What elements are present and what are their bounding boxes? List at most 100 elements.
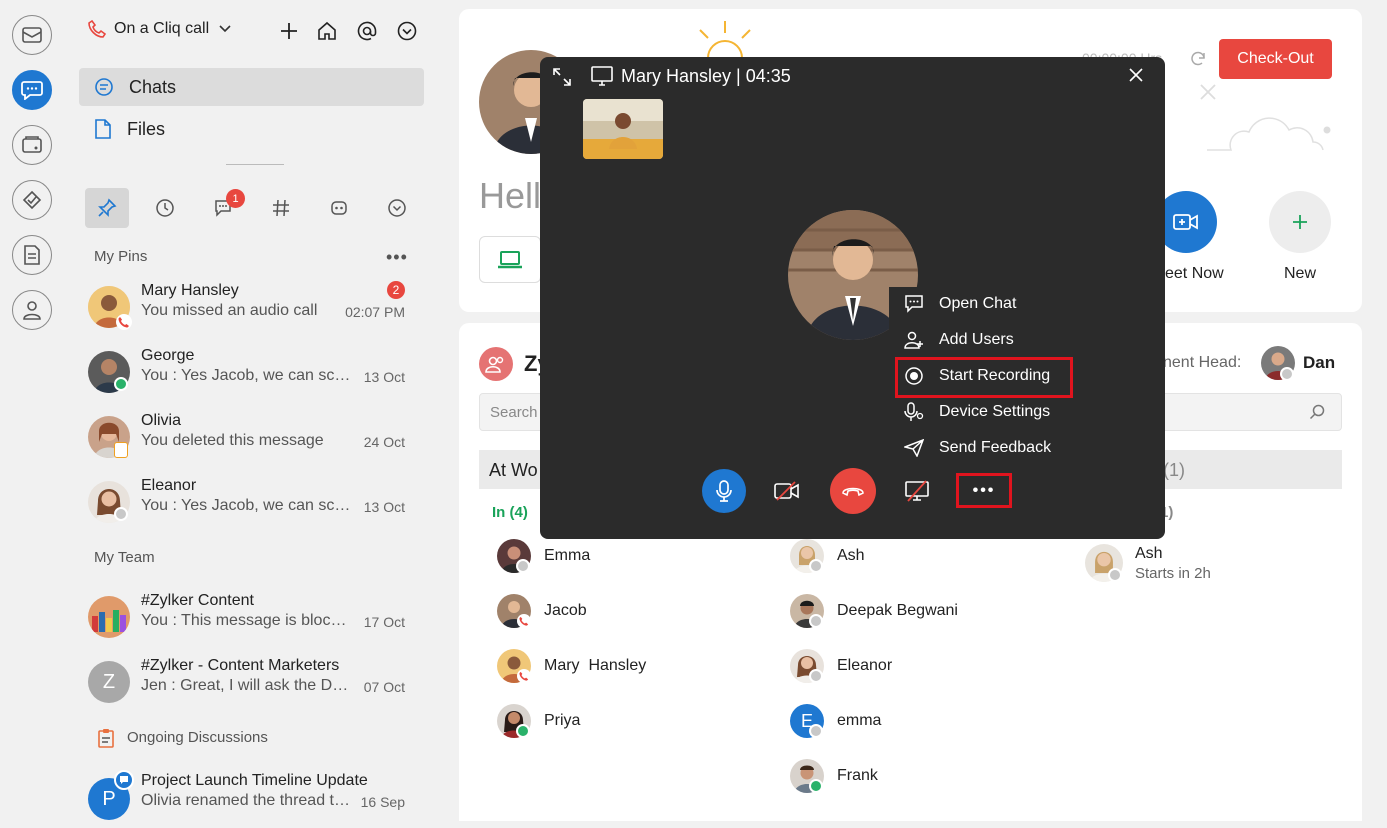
chat-time: 13 Oct: [363, 369, 405, 385]
chat-bubble-icon: [94, 77, 114, 97]
call-status-dropdown[interactable]: On a Cliq call: [88, 20, 231, 38]
tasks-icon[interactable]: [12, 180, 52, 220]
chat-name: George: [141, 347, 195, 364]
nav-files-label: Files: [127, 118, 166, 139]
search-icon: [1309, 404, 1325, 420]
chat-time: 13 Oct: [363, 499, 405, 515]
end-call-button[interactable]: [830, 468, 876, 514]
channel-avatar: [88, 596, 130, 638]
quick-actions: [278, 20, 418, 42]
check-out-button[interactable]: Check-Out: [1219, 39, 1332, 79]
unread-badge: 1: [226, 189, 245, 208]
chat-preview: Jen : Great, I will ask the Design team: [141, 677, 351, 694]
video-toggle-button[interactable]: [765, 469, 809, 513]
clipboard-icon: [97, 728, 115, 748]
avatar-initial: Z: [102, 670, 116, 693]
department-head-name: Dan: [1303, 353, 1336, 372]
tab-recent[interactable]: [143, 188, 187, 228]
offline-status: [809, 559, 823, 573]
chat-name: Eleanor: [141, 477, 197, 494]
new-button[interactable]: [1269, 191, 1331, 253]
refresh-icon[interactable]: [1189, 50, 1207, 68]
tab-more[interactable]: [375, 188, 419, 228]
chat-preview: You : This message is blocked: [141, 612, 351, 629]
online-status: [809, 779, 823, 793]
close-icon[interactable]: [1128, 67, 1144, 83]
chat-name: Mary Hansley: [141, 282, 239, 299]
mentions-icon[interactable]: [356, 20, 378, 42]
member-name: Mary Hansley: [544, 657, 647, 674]
chat-row-zylker-marketers[interactable]: Z #Zylker - Content Marketers Jen : Grea…: [88, 655, 418, 713]
tab-bots[interactable]: [317, 188, 361, 228]
pin-icon: [98, 198, 117, 217]
laptop-button[interactable]: [479, 236, 541, 283]
member-name: Frank: [837, 767, 878, 784]
away-count-label: (1): [1163, 460, 1185, 480]
member-name: emma: [837, 712, 882, 729]
cliq-chat-icon[interactable]: [12, 70, 52, 110]
add-user-icon: [903, 331, 925, 349]
menu-add-users[interactable]: Add Users: [903, 326, 1014, 354]
tab-channels[interactable]: [259, 188, 303, 228]
chat-row-project-launch[interactable]: P Project Launch Timeline Update Olivia …: [88, 770, 418, 828]
pins-title: My Pins: [94, 248, 148, 265]
monitor-icon: [591, 66, 613, 86]
home-icon[interactable]: [316, 20, 338, 42]
member-status-sub: Starts in 2h: [1135, 565, 1211, 582]
self-video-thumbnail[interactable]: [583, 99, 663, 159]
notes-icon[interactable]: [12, 235, 52, 275]
tab-unread[interactable]: 1: [201, 188, 245, 228]
microphone-icon: [716, 480, 732, 502]
mail-icon[interactable]: [12, 15, 52, 55]
menu-send-feedback[interactable]: Send Feedback: [903, 434, 1051, 462]
member-name: Eleanor: [837, 657, 893, 674]
chevron-down-icon: [219, 25, 231, 33]
tab-pinned[interactable]: [85, 188, 129, 228]
member-name: Deepak Begwani: [837, 602, 958, 619]
video-plus-icon: [1173, 214, 1198, 230]
chat-icon: [903, 295, 925, 313]
file-icon: [94, 119, 112, 139]
divider: [226, 164, 284, 165]
department-head-label: nent Head:: [1163, 354, 1242, 371]
chat-row-mary[interactable]: Mary Hansley You missed an audio call 2 …: [88, 280, 418, 338]
app-rail: [0, 0, 64, 821]
expand-icon[interactable]: [552, 67, 572, 87]
mute-button[interactable]: [702, 469, 746, 513]
menu-label: Send Feedback: [939, 439, 1052, 456]
nav-files[interactable]: Files: [79, 110, 424, 148]
more-dropdown-icon[interactable]: [396, 20, 418, 42]
bot-icon: [331, 201, 347, 215]
chat-name: Olivia: [141, 412, 182, 429]
chat-row-olivia[interactable]: Olivia You deleted this message 24 Oct: [88, 410, 418, 468]
clock-icon: [156, 199, 174, 217]
chat-row-george[interactable]: George You : Yes Jacob, we can schedule …: [88, 345, 418, 403]
menu-open-chat[interactable]: Open Chat: [903, 290, 1016, 318]
channel-avatar: Z: [88, 661, 130, 703]
member-name: Ash: [1135, 545, 1163, 562]
chat-row-eleanor[interactable]: Eleanor You : Yes Jacob, we can schedule…: [88, 475, 418, 533]
menu-label: Add Users: [939, 331, 1014, 348]
nav-chats[interactable]: Chats: [79, 68, 424, 106]
send-icon: [903, 439, 925, 457]
screen-share-off-icon: [905, 480, 929, 502]
profile-icon[interactable]: [12, 290, 52, 330]
workdrive-icon[interactable]: [12, 125, 52, 165]
menu-device-settings[interactable]: Device Settings: [903, 398, 1050, 426]
member-name: Priya: [544, 712, 581, 729]
chat-row-zylker-content[interactable]: #Zylker Content You : This message is bl…: [88, 590, 418, 648]
cloud-icon: [1205, 112, 1333, 156]
unread-count-badge: 2: [387, 281, 405, 299]
team-title: My Team: [94, 549, 155, 566]
pins-more-icon[interactable]: •••: [386, 247, 408, 268]
in-count-label: In (4): [492, 504, 528, 521]
menu-label: Open Chat: [939, 295, 1017, 312]
more-options-button[interactable]: •••: [956, 473, 1012, 508]
offline-status: [1108, 568, 1122, 582]
on-call-icon: [517, 669, 531, 683]
screen-share-button[interactable]: [895, 469, 939, 513]
start-recording-highlight: [895, 357, 1073, 398]
call-window: Mary Hansley | 04:35 •••: [540, 57, 1165, 539]
plus-icon[interactable]: [278, 20, 300, 42]
member-name: Emma: [544, 547, 591, 564]
